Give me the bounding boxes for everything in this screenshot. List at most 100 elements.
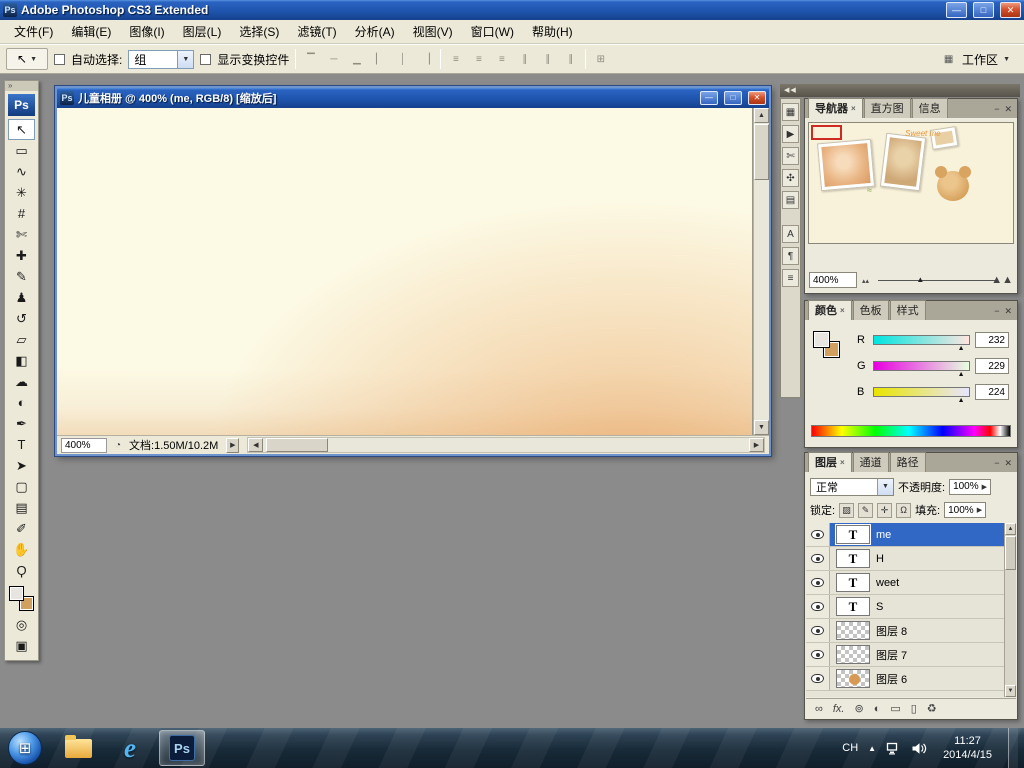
notes-tool[interactable]: ▤ (8, 497, 35, 518)
move-tool[interactable]: ↖ (8, 119, 35, 140)
scroll-down-button[interactable]: ▼ (754, 420, 769, 435)
fill-field[interactable]: 100% ▶ (944, 502, 987, 518)
chevron-down-icon[interactable]: ▼ (877, 478, 893, 495)
layer-name[interactable]: 图层 7 (876, 647, 907, 663)
align-left-edges-button[interactable]: ▏ (371, 50, 388, 68)
navigator-view-box[interactable] (811, 125, 842, 140)
tab-histogram[interactable]: 直方图 (863, 98, 911, 118)
tool-preset-picker[interactable]: ↖ ▼ (6, 48, 48, 70)
new-layer-icon[interactable]: ▯ (911, 702, 917, 715)
workspace-button[interactable]: 工作区 (962, 51, 998, 68)
distribute-vertical-centers-button[interactable]: ≡ (470, 50, 487, 68)
menu-view[interactable]: 视图(V) (404, 20, 462, 43)
language-indicator[interactable]: CH (842, 742, 858, 754)
eraser-tool[interactable]: ▱ (8, 329, 35, 350)
panel-close-icon[interactable]: ✕ (1004, 306, 1012, 317)
tab-info[interactable]: 信息 (911, 98, 948, 118)
eye-icon[interactable] (811, 554, 824, 563)
rectangular-marquee-tool[interactable]: ▭ (8, 140, 35, 161)
visibility-cell[interactable] (806, 571, 830, 594)
align-right-edges-button[interactable]: ▕ (417, 50, 434, 68)
pixel-layer-thumbnail[interactable] (836, 621, 870, 640)
dodge-tool[interactable]: ◐ (8, 392, 35, 413)
show-desktop-button[interactable] (1008, 728, 1018, 768)
distribute-horizontal-centers-button[interactable]: ∥ (539, 50, 556, 68)
toolbox-collapse-icon[interactable]: » (5, 81, 38, 91)
red-value-input[interactable] (975, 332, 1009, 348)
popup-arrow-icon[interactable]: ▶ (982, 483, 987, 491)
align-vertical-centers-button[interactable]: ─ (325, 50, 342, 68)
green-value-input[interactable] (975, 358, 1009, 374)
visibility-cell[interactable] (806, 667, 830, 690)
menu-analysis[interactable]: 分析(A) (346, 20, 404, 43)
menu-window[interactable]: 窗口(W) (462, 20, 523, 43)
horizontal-scroll-thumb[interactable] (266, 438, 329, 452)
menu-layer[interactable]: 图层(L) (174, 20, 231, 43)
menu-select[interactable]: 选择(S) (230, 20, 288, 43)
lock-position-icon[interactable]: ✛ (877, 502, 893, 518)
status-popup-button[interactable]: ▶ (226, 437, 240, 453)
lock-image-pixels-icon[interactable]: ✎ (858, 502, 874, 518)
layer-name[interactable]: me (876, 529, 891, 541)
character-panel-icon[interactable]: A (782, 225, 799, 243)
eye-icon[interactable] (811, 530, 824, 539)
slice-tool[interactable]: ✄ (8, 224, 35, 245)
gradient-tool[interactable]: ◧ (8, 350, 35, 371)
visibility-cell[interactable] (806, 595, 830, 618)
layer-comps-panel-icon[interactable]: ▤ (782, 191, 799, 209)
color-spectrum-ramp[interactable] (811, 425, 1011, 437)
panel-collapse-icon[interactable]: − (994, 306, 999, 317)
foreground-color-swatch[interactable] (813, 331, 830, 348)
quick-mask-button[interactable]: ◎ (8, 614, 35, 635)
clone-stamp-tool[interactable]: ♟ (8, 287, 35, 308)
show-transform-checkbox[interactable] (200, 53, 212, 65)
distribute-top-edges-button[interactable]: ≡ (447, 50, 464, 68)
styles-panel-icon[interactable]: ≡ (782, 269, 799, 287)
panel-collapse-icon[interactable]: − (994, 104, 999, 115)
popup-arrow-icon[interactable]: ▶ (977, 506, 982, 514)
eye-icon[interactable] (811, 602, 824, 611)
actions-panel-icon[interactable]: ▶ (782, 125, 799, 143)
distribute-right-edges-button[interactable]: ∥ (562, 50, 579, 68)
eyedropper-tool[interactable]: ✐ (8, 518, 35, 539)
panel-close-icon[interactable]: ✕ (1004, 104, 1012, 115)
auto-select-dropdown[interactable]: 组 ▼ (128, 49, 195, 69)
tab-styles[interactable]: 样式 (889, 300, 926, 320)
menu-image[interactable]: 图像(I) (120, 20, 173, 43)
tab-layers[interactable]: 图层 × (808, 452, 852, 472)
auto-align-layers-button[interactable]: ⊞ (592, 50, 609, 68)
zoom-slider-thumb[interactable]: ▲ (916, 275, 924, 284)
maximize-button[interactable]: □ (973, 2, 994, 18)
menu-file[interactable]: 文件(F) (5, 20, 62, 43)
blend-mode-dropdown[interactable]: 正常 ▼ (810, 477, 894, 496)
lock-transparent-pixels-icon[interactable]: ▨ (839, 502, 855, 518)
visibility-cell[interactable] (806, 523, 830, 546)
layer-name[interactable]: 图层 6 (876, 671, 907, 687)
chevron-down-icon[interactable]: ▼ (177, 50, 194, 68)
tab-close-icon[interactable]: × (840, 458, 845, 467)
menu-edit[interactable]: 编辑(E) (62, 20, 120, 43)
slider-thumb-icon[interactable]: ▲ (958, 397, 965, 404)
layer-row[interactable]: T S (806, 595, 1004, 619)
document-title-bar[interactable]: Ps 儿童相册 @ 400% (me, RGB/8) [缩放后] — □ ✕ (57, 88, 769, 108)
panel-close-icon[interactable]: ✕ (1004, 458, 1012, 469)
dock-collapse-bar[interactable]: ◀◀ (780, 84, 1020, 97)
document-minimize-button[interactable]: — (700, 91, 718, 105)
text-layer-thumbnail[interactable]: T (836, 597, 870, 616)
clone-source-panel-icon[interactable]: ✣ (782, 169, 799, 187)
path-selection-tool[interactable]: ➤ (8, 455, 35, 476)
layer-row[interactable]: 图层 7 (806, 643, 1004, 667)
link-layers-icon[interactable]: ∞ (815, 703, 823, 715)
volume-icon[interactable] (911, 742, 927, 755)
layer-style-icon[interactable]: fx. (833, 703, 845, 715)
pixel-layer-thumbnail[interactable] (836, 669, 870, 688)
tab-swatches[interactable]: 色板 (852, 300, 889, 320)
hidden-icons-button[interactable]: ▲ (868, 744, 876, 753)
lock-all-icon[interactable]: Ω (896, 502, 912, 518)
align-bottom-edges-button[interactable]: ▁ (348, 50, 365, 68)
layers-scroll-thumb[interactable] (1005, 536, 1016, 570)
document-close-button[interactable]: ✕ (748, 91, 766, 105)
shape-tool[interactable]: ▢ (8, 476, 35, 497)
scroll-up-button[interactable]: ▲ (1005, 523, 1016, 535)
visibility-cell[interactable] (806, 619, 830, 642)
